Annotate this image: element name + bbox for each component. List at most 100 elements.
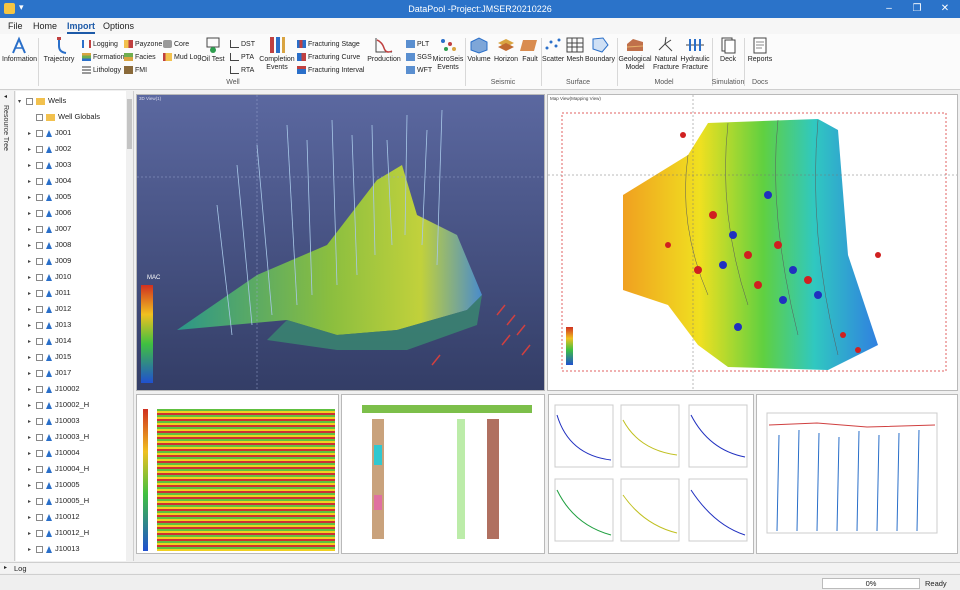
tree-item[interactable]: ▸ J004 [28, 173, 71, 188]
tree-checkbox[interactable] [36, 545, 43, 553]
panel-seismic-section[interactable] [136, 394, 339, 554]
expand-arrow-icon[interactable]: ▸ [28, 479, 36, 494]
tree-item[interactable]: ▸ J10002_H [28, 397, 89, 412]
tree-checkbox[interactable] [36, 417, 43, 425]
expand-arrow-icon[interactable]: ▸ [28, 175, 36, 190]
expand-arrow-icon[interactable]: ▸ [28, 223, 36, 238]
scatter-button[interactable]: Scatter [542, 36, 564, 64]
expand-arrow-icon[interactable]: ▸ [28, 239, 36, 254]
expand-arrow-icon[interactable]: ▸ [28, 527, 36, 542]
view3d-canvas[interactable] [137, 95, 545, 391]
tree-item[interactable]: ▸ J006 [28, 205, 71, 220]
minimize-button[interactable]: – [876, 1, 902, 17]
expand-arrow-icon[interactable]: ▸ [28, 495, 36, 510]
tree-scrollbar[interactable] [126, 91, 133, 561]
fmi-button[interactable]: FMI [124, 65, 147, 76]
facies-button[interactable]: Facies [124, 52, 156, 63]
tree-item[interactable]: ▸ J009 [28, 253, 71, 268]
tree-checkbox[interactable] [36, 433, 43, 441]
tree-item[interactable]: ▸ J010 [28, 269, 71, 284]
tree-checkbox[interactable] [36, 113, 43, 121]
deck-button[interactable]: Deck [716, 36, 740, 64]
pta-button[interactable]: PTA [230, 52, 254, 63]
panel-well-log[interactable] [341, 394, 545, 554]
hydraulic-fracture-button[interactable]: Hydraulic Fracture [680, 36, 710, 72]
lithology-button[interactable]: Lithology [82, 65, 121, 76]
tree-root-wells[interactable]: ▾ Wells [18, 93, 66, 108]
tree-scrollbar-thumb[interactable] [127, 99, 132, 149]
expand-arrow-icon[interactable]: ▸ [28, 303, 36, 318]
tree-checkbox[interactable] [36, 193, 43, 201]
expand-arrow-icon[interactable]: ▸ [28, 127, 36, 142]
tree-checkbox[interactable] [36, 177, 43, 185]
tree-item[interactable]: ▸ J10003 [28, 413, 80, 428]
plt-button[interactable]: PLT [406, 39, 429, 50]
tree-checkbox[interactable] [36, 321, 43, 329]
tree-item[interactable]: ▸ J10005 [28, 477, 80, 492]
expand-arrow-icon[interactable]: ▸ [28, 287, 36, 302]
core-button[interactable]: Core [163, 39, 189, 50]
map-canvas[interactable] [548, 95, 958, 391]
volume-button[interactable]: Volume [466, 36, 492, 64]
expand-arrow-icon[interactable]: ▸ [28, 159, 36, 174]
expand-arrow-icon[interactable]: ▸ [28, 431, 36, 446]
logging-button[interactable]: Logging [82, 39, 118, 50]
completion-events-button[interactable]: Completion Events [258, 36, 296, 72]
tree-item[interactable]: ▸ J003 [28, 157, 71, 172]
tree-item[interactable]: ▸ J012 [28, 301, 71, 316]
tree-checkbox[interactable] [36, 513, 43, 521]
tree-item[interactable]: ▸ J10005_H [28, 493, 89, 508]
maximize-button[interactable]: ❐ [904, 1, 930, 17]
tree-item[interactable]: Well Globals [28, 109, 100, 124]
resource-tree-strip[interactable]: ◂ Resource Tree [0, 91, 15, 561]
tree-checkbox[interactable] [36, 129, 43, 137]
tree-checkbox[interactable] [36, 449, 43, 457]
tree-item[interactable]: ▸ J013 [28, 317, 71, 332]
sgs-button[interactable]: SGS [406, 52, 432, 63]
expand-arrow-icon[interactable]: ▸ [28, 367, 36, 382]
boundary-button[interactable]: Boundary [585, 36, 615, 64]
tree-item[interactable]: ▸ J10012_H [28, 525, 89, 540]
rta-button[interactable]: RTA [230, 65, 254, 76]
tree-item[interactable]: ▸ J001 [28, 125, 71, 140]
tree-checkbox[interactable] [36, 161, 43, 169]
reports-button[interactable]: Reports [746, 36, 774, 64]
tree-item[interactable]: ▸ J10004_H [28, 461, 89, 476]
tree-item[interactable]: ▸ J015 [28, 349, 71, 364]
tree-item[interactable]: ▸ J10013 [28, 541, 80, 556]
fracturing-stage-button[interactable]: Fracturing Stage [297, 39, 360, 50]
expand-arrow-icon[interactable]: ▸ [28, 271, 36, 286]
tree-checkbox[interactable] [26, 97, 33, 105]
tree-item[interactable]: ▸ J10002 [28, 381, 80, 396]
tree-checkbox[interactable] [36, 241, 43, 249]
tree-item[interactable]: ▸ J005 [28, 189, 71, 204]
tree-item[interactable]: ▸ J10003_H [28, 429, 89, 444]
wft-button[interactable]: WFT [406, 65, 432, 76]
tree-item[interactable]: ▸ J10012 [28, 509, 80, 524]
tree-checkbox[interactable] [36, 401, 43, 409]
tree-checkbox[interactable] [36, 529, 43, 537]
horizon-button[interactable]: Horizon [492, 36, 520, 64]
expand-arrow-icon[interactable]: ▸ [28, 511, 36, 526]
expand-arrow-icon[interactable]: ▸ [28, 383, 36, 398]
tree-checkbox[interactable] [36, 385, 43, 393]
tree-checkbox[interactable] [36, 209, 43, 217]
tree-item[interactable]: ▸ J008 [28, 237, 71, 252]
panel-production-plots[interactable] [548, 394, 754, 554]
tree-item[interactable]: ▸ J10004 [28, 445, 80, 460]
close-button[interactable]: ✕ [932, 1, 958, 17]
expand-arrow-icon[interactable]: ▸ [28, 351, 36, 366]
tree-checkbox[interactable] [36, 481, 43, 489]
tab-import[interactable]: Import [67, 21, 95, 34]
panel-map-view[interactable]: Map View(Mapping View) [547, 94, 958, 391]
tree-item[interactable]: ▸ J014 [28, 333, 71, 348]
tree-checkbox[interactable] [36, 289, 43, 297]
tree-checkbox[interactable] [36, 353, 43, 361]
expand-arrow-icon[interactable]: ▸ [28, 335, 36, 350]
geological-model-button[interactable]: Geological Model [618, 36, 652, 72]
expand-arrow-icon[interactable]: ▸ [28, 191, 36, 206]
oil-test-button[interactable]: Oil Test [200, 36, 226, 64]
log-bar[interactable]: ▸ Log [0, 562, 960, 573]
expand-arrow-icon[interactable]: ▸ [28, 399, 36, 414]
tab-home[interactable]: Home [33, 21, 57, 31]
